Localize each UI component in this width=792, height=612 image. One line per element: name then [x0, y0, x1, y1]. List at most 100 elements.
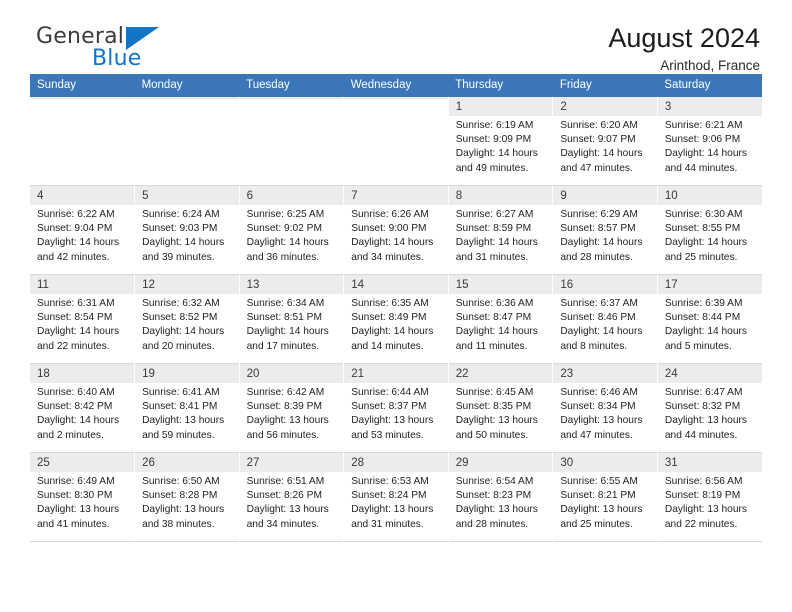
day-number	[30, 97, 135, 99]
calendar-day-cell[interactable]: 31 Sunrise: 6:56 AM Sunset: 8:19 PM Dayligh…	[657, 453, 762, 542]
calendar-day-cell[interactable]: 21 Sunrise: 6:44 AM Sunset: 8:37 PM Dayligh…	[343, 364, 449, 453]
sunset-time: Sunset: 8:23 PM	[455, 490, 532, 502]
day-number: 9	[553, 186, 657, 205]
sunrise-time: Sunrise: 6:34 AM	[246, 298, 325, 309]
calendar-day-cell[interactable]: 26 Sunrise: 6:50 AM Sunset: 8:28 PM Dayligh…	[134, 453, 240, 542]
calendar-day-cell[interactable]: 10 Sunrise: 6:30 AM Sunset: 8:55 PM Dayligh…	[657, 186, 762, 275]
calendar-day-cell[interactable]: 22 Sunrise: 6:45 AM Sunset: 8:35 PM Dayligh…	[448, 364, 554, 453]
day-sun-info: Sunrise: 6:47 AM Sunset: 8:32 PM Daylight:…	[665, 383, 755, 443]
calendar-day-cell[interactable]: 13 Sunrise: 6:34 AM Sunset: 8:51 PM Dayligh…	[239, 275, 345, 364]
sunrise-time: Sunrise: 6:29 AM	[560, 209, 638, 220]
calendar-day-cell[interactable]: 24 Sunrise: 6:47 AM Sunset: 8:32 PM Dayligh…	[657, 364, 762, 453]
calendar-day-cell[interactable]: 25 Sunrise: 6:49 AM Sunset: 8:30 PM Dayligh…	[30, 453, 136, 542]
sunrise-time: Sunrise: 6:56 AM	[664, 476, 743, 487]
daylight-line-2: and 28 minutes.	[560, 251, 633, 263]
day-sun-info: Sunrise: 6:36 AM Sunset: 8:47 PM Daylight:…	[456, 294, 546, 354]
daylight-line-1: Daylight: 13 hours	[142, 415, 225, 427]
calendar-page: General Blue August 2024 Arinthod, Franc…	[0, 0, 792, 612]
sunset-time: Sunset: 8:46 PM	[560, 312, 636, 324]
calendar-day-cell[interactable]: 6 Sunrise: 6:25 AM Sunset: 9:02 PM Daylight…	[239, 186, 345, 275]
day-sun-info: Sunrise: 6:32 AM Sunset: 8:52 PM Daylight:…	[142, 294, 232, 354]
daylight-line-1: Daylight: 13 hours	[351, 415, 434, 427]
sunrise-time: Sunrise: 6:21 AM	[664, 120, 743, 131]
sunrise-time: Sunrise: 6:46 AM	[560, 387, 638, 398]
day-number: 22	[448, 364, 553, 383]
daylight-line-2: and 49 minutes.	[455, 162, 529, 174]
sunrise-time: Sunrise: 6:19 AM	[455, 120, 534, 131]
calendar-day-cell[interactable]: 4 Sunrise: 6:22 AM Sunset: 9:04 PM Daylight…	[30, 186, 136, 275]
calendar-day-cell[interactable]: 2 Sunrise: 6:20 AM Sunset: 9:07 PM Daylight…	[552, 97, 658, 186]
calendar-day-cell[interactable]: 18 Sunrise: 6:40 AM Sunset: 8:42 PM Dayligh…	[30, 364, 136, 453]
day-number: 25	[30, 453, 135, 472]
calendar-day-cell[interactable]: 16 Sunrise: 6:37 AM Sunset: 8:46 PM Dayligh…	[552, 275, 658, 364]
daylight-line-2: and 5 minutes.	[664, 340, 732, 352]
sunset-time: Sunset: 9:02 PM	[246, 223, 322, 235]
daylight-line-1: Daylight: 14 hours	[142, 237, 225, 249]
day-number: 11	[30, 275, 135, 294]
day-sun-info: Sunrise: 6:26 AM Sunset: 9:00 PM Daylight:…	[351, 205, 441, 265]
daylight-line-2: and 59 minutes.	[142, 429, 215, 441]
sunset-time: Sunset: 9:07 PM	[560, 134, 636, 146]
weekday-header-tuesday: Tuesday	[239, 74, 344, 97]
day-sun-info: Sunrise: 6:40 AM Sunset: 8:42 PM Daylight:…	[37, 383, 127, 443]
sunrise-time: Sunrise: 6:31 AM	[37, 298, 115, 309]
day-number: 24	[657, 364, 762, 383]
calendar-day-cell[interactable]: 9 Sunrise: 6:29 AM Sunset: 8:57 PM Daylight…	[552, 186, 658, 275]
calendar-day-cell[interactable]: 15 Sunrise: 6:36 AM Sunset: 8:47 PM Dayligh…	[448, 275, 554, 364]
sunset-time: Sunset: 8:32 PM	[664, 401, 741, 413]
daylight-line-2: and 44 minutes.	[664, 429, 738, 441]
calendar-day-cell[interactable]: 3 Sunrise: 6:21 AM Sunset: 9:06 PM Daylight…	[657, 97, 762, 186]
sunset-time: Sunset: 8:30 PM	[37, 490, 113, 502]
daylight-line-1: Daylight: 13 hours	[455, 415, 538, 427]
sunrise-sunset-calendar: Sunday Monday Tuesday Wednesday Thursday Frid…	[30, 74, 762, 542]
calendar-day-cell[interactable]: 29 Sunrise: 6:54 AM Sunset: 8:23 PM Dayligh…	[448, 453, 554, 542]
day-sun-info: Sunrise: 6:20 AM Sunset: 9:07 PM Daylight:…	[560, 116, 650, 176]
calendar-day-cell[interactable]: 30 Sunrise: 6:55 AM Sunset: 8:21 PM Dayligh…	[552, 453, 658, 542]
title-block: August 2024 Arinthod, France	[608, 22, 762, 76]
calendar-day-cell[interactable]: 14 Sunrise: 6:35 AM Sunset: 8:49 PM Dayligh…	[343, 275, 449, 364]
day-sun-info: Sunrise: 6:56 AM Sunset: 8:19 PM Daylight:…	[665, 472, 755, 532]
general-blue-logo[interactable]: General Blue	[30, 22, 160, 74]
day-number: 29	[448, 453, 553, 472]
weekday-header-saturday: Saturday	[657, 74, 762, 97]
calendar-day-cell[interactable]: 20 Sunrise: 6:42 AM Sunset: 8:39 PM Dayligh…	[239, 364, 345, 453]
calendar-day-cell[interactable]: 5 Sunrise: 6:24 AM Sunset: 9:03 PM Daylight…	[134, 186, 240, 275]
daylight-line-1: Daylight: 13 hours	[560, 415, 643, 427]
daylight-line-1: Daylight: 13 hours	[246, 504, 329, 516]
sunrise-time: Sunrise: 6:32 AM	[142, 298, 220, 309]
calendar-day-cell[interactable]: 11 Sunrise: 6:31 AM Sunset: 8:54 PM Dayligh…	[30, 275, 136, 364]
day-sun-info: Sunrise: 6:22 AM Sunset: 9:04 PM Daylight:…	[37, 205, 127, 265]
calendar-day-cell[interactable]: 23 Sunrise: 6:46 AM Sunset: 8:34 PM Dayligh…	[552, 364, 658, 453]
calendar-day-cell[interactable]: 19 Sunrise: 6:41 AM Sunset: 8:41 PM Dayligh…	[134, 364, 240, 453]
daylight-line-1: Daylight: 14 hours	[37, 326, 120, 338]
day-sun-info: Sunrise: 6:24 AM Sunset: 9:03 PM Daylight:…	[142, 205, 232, 265]
sunset-time: Sunset: 8:52 PM	[142, 312, 218, 324]
day-sun-info: Sunrise: 6:19 AM Sunset: 9:09 PM Daylight:…	[456, 116, 546, 176]
calendar-day-cell[interactable]: 17 Sunrise: 6:39 AM Sunset: 8:44 PM Dayligh…	[657, 275, 762, 364]
day-number: 27	[239, 453, 344, 472]
day-sun-info: Sunrise: 6:44 AM Sunset: 8:37 PM Daylight:…	[351, 383, 441, 443]
daylight-line-2: and 8 minutes.	[560, 340, 628, 352]
weekday-header-sunday: Sunday	[30, 74, 135, 97]
daylight-line-1: Daylight: 14 hours	[246, 237, 329, 249]
calendar-day-cell[interactable]: 28 Sunrise: 6:53 AM Sunset: 8:24 PM Dayligh…	[343, 453, 449, 542]
calendar-week-row: 4 Sunrise: 6:22 AM Sunset: 9:04 PM Daylight…	[30, 186, 762, 275]
calendar-day-cell[interactable]: 27 Sunrise: 6:51 AM Sunset: 8:26 PM Dayligh…	[239, 453, 345, 542]
sunrise-time: Sunrise: 6:40 AM	[37, 387, 115, 398]
day-sun-info: Sunrise: 6:50 AM Sunset: 8:28 PM Daylight:…	[142, 472, 232, 532]
calendar-day-cell[interactable]: 8 Sunrise: 6:27 AM Sunset: 8:59 PM Daylight…	[448, 186, 554, 275]
calendar-day-cell[interactable]: 12 Sunrise: 6:32 AM Sunset: 8:52 PM Dayligh…	[134, 275, 240, 364]
daylight-line-2: and 47 minutes.	[560, 162, 633, 174]
sunrise-time: Sunrise: 6:39 AM	[664, 298, 743, 309]
daylight-line-2: and 22 minutes.	[664, 518, 738, 530]
calendar-day-cell[interactable]: 1 Sunrise: 6:19 AM Sunset: 9:09 PM Daylight…	[448, 97, 554, 186]
day-number: 3	[657, 97, 762, 116]
daylight-line-2: and 44 minutes.	[664, 162, 738, 174]
sunset-time: Sunset: 8:49 PM	[351, 312, 427, 324]
sunrise-time: Sunrise: 6:26 AM	[351, 209, 429, 220]
sunrise-time: Sunrise: 6:25 AM	[246, 209, 325, 220]
sunrise-time: Sunrise: 6:47 AM	[664, 387, 743, 398]
calendar-day-cell[interactable]: 7 Sunrise: 6:26 AM Sunset: 9:00 PM Daylight…	[343, 186, 449, 275]
weekday-header-monday: Monday	[134, 74, 240, 97]
day-number	[344, 97, 448, 99]
